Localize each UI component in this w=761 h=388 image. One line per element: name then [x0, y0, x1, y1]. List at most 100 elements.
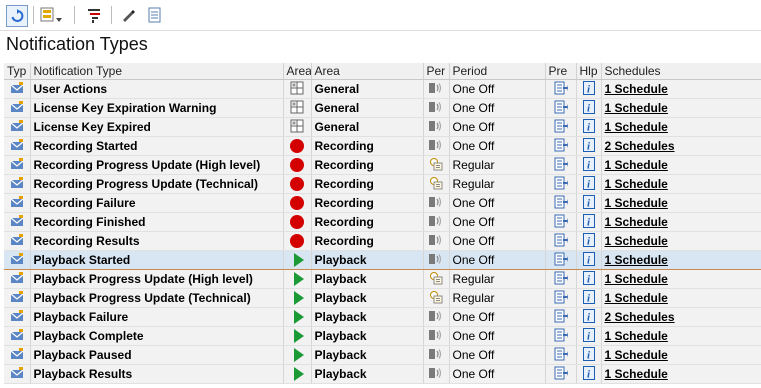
- info-icon[interactable]: i: [582, 99, 595, 117]
- preview-cell[interactable]: [545, 174, 577, 194]
- help-cell[interactable]: i: [576, 79, 602, 99]
- info-icon[interactable]: i: [582, 175, 595, 193]
- preview-icon[interactable]: [554, 138, 568, 155]
- col-schedules[interactable]: Schedules: [601, 63, 761, 80]
- preview-icon[interactable]: [554, 176, 568, 193]
- table-row[interactable]: Playback Started Playback One Off i 1 Schedu…: [4, 250, 761, 270]
- help-cell[interactable]: i: [576, 364, 602, 384]
- preview-cell[interactable]: [545, 136, 577, 156]
- preview-icon[interactable]: [554, 252, 568, 269]
- preview-icon[interactable]: [554, 233, 568, 250]
- help-cell[interactable]: i: [576, 193, 602, 213]
- schedules-link[interactable]: 1 Schedule: [605, 253, 668, 267]
- info-icon[interactable]: i: [582, 365, 595, 383]
- preview-icon[interactable]: [554, 100, 568, 117]
- info-icon[interactable]: i: [582, 118, 595, 136]
- preview-cell[interactable]: [545, 98, 577, 118]
- help-cell[interactable]: i: [576, 250, 602, 270]
- preview-icon[interactable]: [554, 366, 568, 383]
- table-row[interactable]: Recording Started Recording One Off i 2 Sche…: [4, 136, 761, 156]
- col-pre[interactable]: Pre: [545, 63, 577, 80]
- schedules-link[interactable]: 1 Schedule: [605, 101, 668, 115]
- table-row[interactable]: Recording Failure Recording One Off i 1 Sche…: [4, 193, 761, 213]
- info-icon[interactable]: i: [582, 270, 595, 288]
- table-row[interactable]: Playback Progress Update (Technical) Play…: [4, 288, 761, 308]
- table-row[interactable]: Playback Progress Update (High level) Pla…: [4, 269, 761, 289]
- help-cell[interactable]: i: [576, 345, 602, 365]
- info-icon[interactable]: i: [582, 80, 595, 98]
- table-row[interactable]: Playback Complete Playback One Off i 1 Sched…: [4, 326, 761, 346]
- preview-icon[interactable]: [554, 195, 568, 212]
- preview-cell[interactable]: [545, 345, 577, 365]
- info-icon[interactable]: i: [582, 327, 595, 345]
- table-row[interactable]: Playback Failure Playback One Off i 2 Schedu…: [4, 307, 761, 327]
- preview-cell[interactable]: [545, 193, 577, 213]
- table-row[interactable]: Recording Progress Update (Technical) Rec…: [4, 174, 761, 194]
- preview-icon[interactable]: [554, 328, 568, 345]
- schedules-link[interactable]: 1 Schedule: [605, 82, 668, 96]
- filter-button[interactable]: [84, 5, 104, 25]
- preview-cell[interactable]: [545, 155, 577, 175]
- help-cell[interactable]: i: [576, 269, 602, 289]
- col-hlp[interactable]: Hlp: [576, 63, 602, 80]
- table-row[interactable]: Recording Finished Recording One Off i 1 Sch…: [4, 212, 761, 232]
- preview-icon[interactable]: [554, 81, 568, 98]
- schedules-link[interactable]: 1 Schedule: [605, 120, 668, 134]
- layout-button[interactable]: [38, 5, 66, 25]
- schedules-link[interactable]: 1 Schedule: [605, 291, 668, 305]
- preview-cell[interactable]: [545, 212, 577, 232]
- col-area[interactable]: Area: [311, 63, 424, 80]
- schedules-link[interactable]: 1 Schedule: [605, 177, 668, 191]
- preview-cell[interactable]: [545, 231, 577, 251]
- help-cell[interactable]: i: [576, 288, 602, 308]
- table-row[interactable]: User Actions General One Off i 1 Schedule: [4, 79, 761, 99]
- schedules-link[interactable]: 1 Schedule: [605, 215, 668, 229]
- schedules-link[interactable]: 1 Schedule: [605, 272, 668, 286]
- help-cell[interactable]: i: [576, 212, 602, 232]
- preview-cell[interactable]: [545, 117, 577, 137]
- preview-icon[interactable]: [554, 271, 568, 288]
- help-cell[interactable]: i: [576, 307, 602, 327]
- preview-cell[interactable]: [545, 269, 577, 289]
- preview-icon[interactable]: [554, 309, 568, 326]
- table-row[interactable]: License Key Expiration Warning General One…: [4, 98, 761, 118]
- info-icon[interactable]: i: [582, 346, 595, 364]
- edit-button[interactable]: [118, 5, 138, 25]
- schedules-link[interactable]: 1 Schedule: [605, 329, 668, 343]
- preview-cell[interactable]: [545, 326, 577, 346]
- schedules-link[interactable]: 2 Schedules: [605, 310, 675, 324]
- col-notification-type[interactable]: Notification Type: [30, 63, 284, 80]
- preview-icon[interactable]: [554, 157, 568, 174]
- preview-icon[interactable]: [554, 214, 568, 231]
- preview-cell[interactable]: [545, 250, 577, 270]
- info-icon[interactable]: i: [582, 308, 595, 326]
- help-cell[interactable]: i: [576, 136, 602, 156]
- preview-cell[interactable]: [545, 307, 577, 327]
- schedules-link[interactable]: 1 Schedule: [605, 196, 668, 210]
- help-cell[interactable]: i: [576, 117, 602, 137]
- detail-button[interactable]: [145, 5, 165, 25]
- preview-icon[interactable]: [554, 290, 568, 307]
- refresh-button[interactable]: [6, 5, 28, 27]
- schedules-link[interactable]: 1 Schedule: [605, 158, 668, 172]
- help-cell[interactable]: i: [576, 326, 602, 346]
- col-typ[interactable]: Typ: [4, 63, 31, 80]
- table-row[interactable]: Playback Paused Playback One Off i 1 Schedul…: [4, 345, 761, 365]
- info-icon[interactable]: i: [582, 137, 595, 155]
- info-icon[interactable]: i: [582, 213, 595, 231]
- help-cell[interactable]: i: [576, 231, 602, 251]
- help-cell[interactable]: i: [576, 174, 602, 194]
- table-row[interactable]: Recording Progress Update (High level) Re…: [4, 155, 761, 175]
- info-icon[interactable]: i: [582, 232, 595, 250]
- preview-cell[interactable]: [545, 79, 577, 99]
- help-cell[interactable]: i: [576, 155, 602, 175]
- col-area-icon[interactable]: Area: [283, 63, 312, 80]
- info-icon[interactable]: i: [582, 156, 595, 174]
- info-icon[interactable]: i: [582, 289, 595, 307]
- col-period[interactable]: Period: [449, 63, 546, 80]
- table-row[interactable]: Playback Results Playback One Off i 1 Schedu…: [4, 364, 761, 384]
- preview-cell[interactable]: [545, 364, 577, 384]
- preview-icon[interactable]: [554, 119, 568, 136]
- schedules-link[interactable]: 2 Schedules: [605, 139, 675, 153]
- table-row[interactable]: Recording Results Recording One Off i 1 Sche…: [4, 231, 761, 251]
